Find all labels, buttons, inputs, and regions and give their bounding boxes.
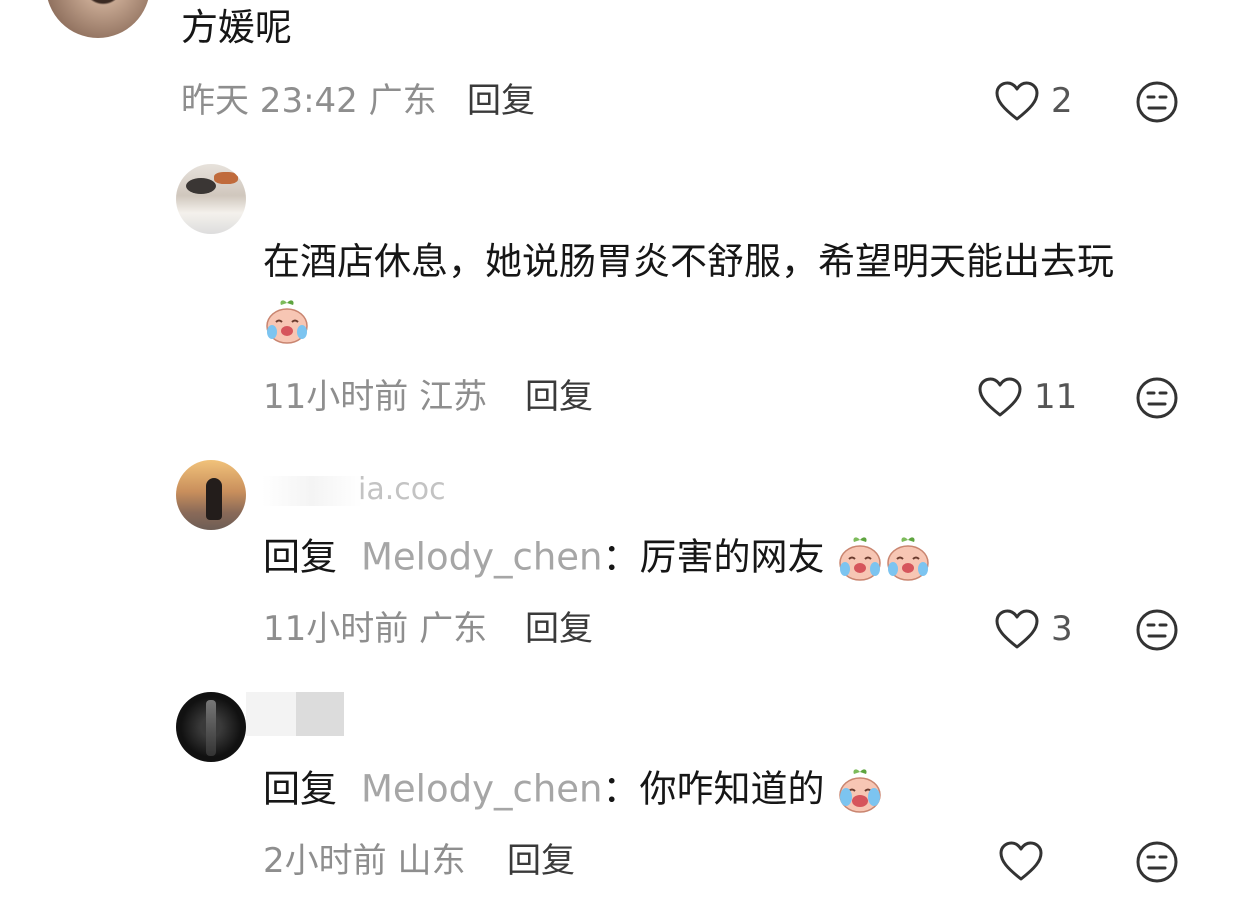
reply-prefix: 回复 [263, 535, 337, 579]
reply-button[interactable]: 回复 [507, 844, 575, 878]
avatar[interactable] [176, 164, 246, 234]
heart-outline-icon [999, 841, 1043, 881]
comment-text-line: 回复 Melody_chen：厉害的网友 [263, 535, 932, 583]
like-button[interactable] [997, 839, 1055, 883]
username-fragment: ia.coc [358, 472, 446, 507]
username-blurred[interactable]: ia.coc [262, 470, 492, 510]
like-button[interactable]: 3 [993, 607, 1073, 651]
neutral-face-icon[interactable] [1135, 608, 1179, 652]
like-count: 3 [1051, 609, 1073, 649]
comment-text: 方媛呢 [181, 6, 292, 49]
comment-time-location: 2小时前 山东 [263, 841, 466, 881]
crying-peach-emoji [839, 769, 882, 813]
like-button[interactable]: 2 [993, 79, 1073, 123]
comment-time-location: 11小时前 江苏 [263, 377, 488, 417]
heart-outline-icon [995, 609, 1039, 649]
avatar[interactable] [46, 0, 150, 38]
username-blurred[interactable] [246, 692, 346, 736]
neutral-face-icon[interactable] [1135, 80, 1179, 124]
crying-peach-emoji [887, 537, 930, 581]
colon: ： [602, 767, 640, 811]
neutral-face-icon[interactable] [1135, 840, 1179, 884]
like-button[interactable]: 11 [976, 375, 1077, 419]
crying-peach-emoji [266, 300, 308, 344]
comment-time-location: 11小时前 广东 [263, 609, 488, 649]
comment-text: 在酒店休息，她说肠胃炎不舒服，希望明天能出去玩 [263, 240, 1114, 283]
reply-button[interactable]: 回复 [525, 612, 593, 646]
like-count: 11 [1034, 377, 1078, 417]
mention-username[interactable]: Melody_chen [361, 768, 603, 811]
crying-peach-emoji [839, 537, 882, 581]
reply-button[interactable]: 回复 [525, 380, 593, 414]
like-count: 2 [1051, 81, 1073, 121]
comment-time-location: 昨天 23:42 广东 [181, 81, 437, 121]
heart-outline-icon [978, 377, 1022, 417]
comment-text-line: 回复 Melody_chen：你咋知道的 [263, 767, 884, 815]
heart-outline-icon [995, 81, 1039, 121]
colon: ： [602, 535, 640, 579]
comment-text: 厉害的网友 [639, 535, 825, 579]
neutral-face-icon[interactable] [1135, 376, 1179, 420]
avatar[interactable] [176, 460, 246, 530]
reply-prefix: 回复 [263, 767, 337, 811]
mention-username[interactable]: Melody_chen [361, 536, 603, 579]
avatar[interactable] [176, 692, 246, 762]
comment-text: 你咋知道的 [639, 767, 825, 811]
reply-button[interactable]: 回复 [467, 84, 535, 118]
